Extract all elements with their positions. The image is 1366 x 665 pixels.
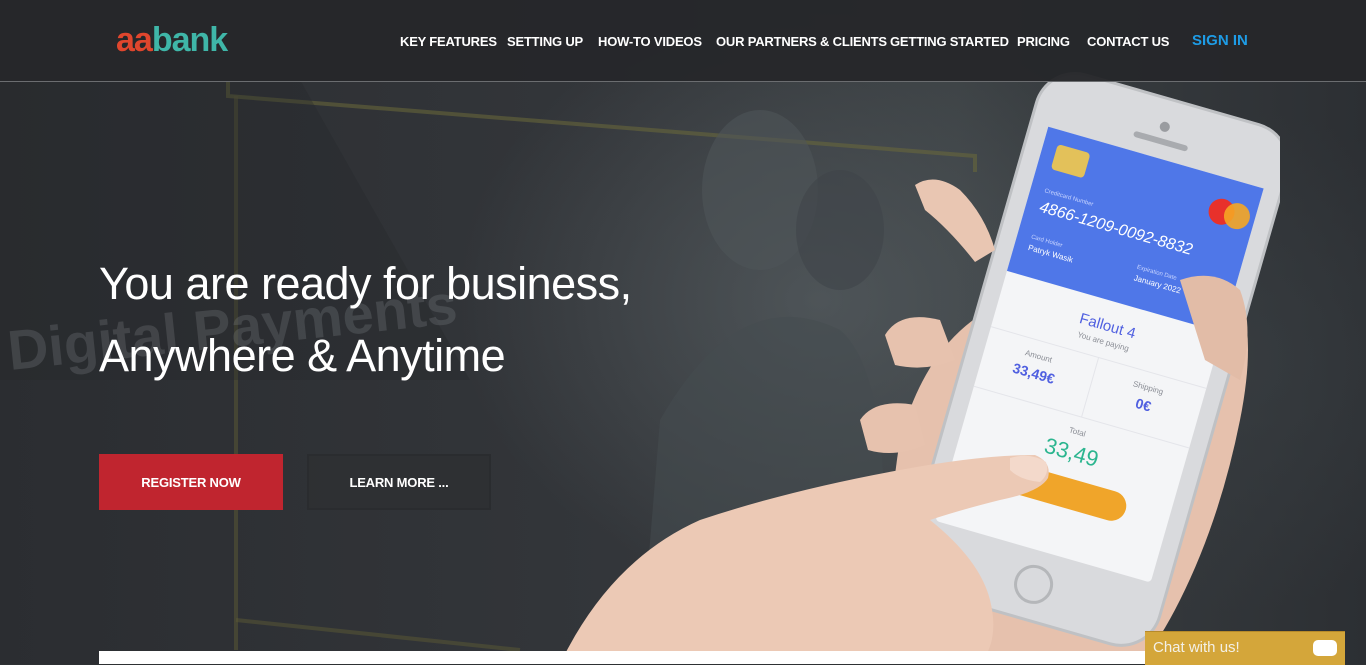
background-frame-line — [235, 618, 521, 652]
aabank-logo[interactable]: aabank — [116, 20, 228, 60]
nav-item-contact-us[interactable]: CONTACT US — [1087, 34, 1169, 49]
hero-headline: You are ready for business, Anywhere & A… — [99, 248, 632, 392]
logo-part-bank: bank — [151, 21, 228, 59]
learn-more-button[interactable]: LEARN MORE ... — [307, 454, 491, 510]
phone-illustration: Creditcard Number 4866-1209-0092-8832 Ca… — [560, 72, 1280, 664]
logo-part-aa: aa — [116, 21, 153, 59]
register-now-label: REGISTER NOW — [141, 474, 241, 490]
nav-item-partners-clients[interactable]: OUR PARTNERS & CLIENTS — [716, 34, 887, 49]
chat-widget[interactable]: Chat with us! — [1145, 631, 1345, 665]
headline-line-2: Anywhere & Anytime — [99, 330, 506, 381]
nav-item-how-to-videos[interactable]: HOW-TO VIDEOS — [598, 34, 702, 49]
nav-item-key-features[interactable]: KEY FEATURES — [400, 34, 497, 49]
learn-more-label: LEARN MORE ... — [349, 474, 449, 490]
hero-section: Digital Payments Creditcard Number 4866-… — [0, 0, 1366, 664]
finger — [885, 317, 955, 368]
content-section-edge — [99, 651, 1145, 664]
chat-label: Chat with us! — [1153, 639, 1240, 656]
nav-item-pricing[interactable]: PRICING — [1017, 34, 1070, 49]
finger — [860, 403, 925, 454]
headline-line-1: You are ready for business, — [99, 258, 632, 309]
nav-item-setting-up[interactable]: SETTING UP — [507, 34, 583, 49]
thumb — [915, 179, 995, 262]
sign-in-link[interactable]: SIGN IN — [1192, 32, 1248, 49]
register-now-button[interactable]: REGISTER NOW — [99, 454, 283, 510]
chat-bubble-icon — [1313, 640, 1337, 656]
top-navigation-bar: aabank KEY FEATURES SETTING UP HOW-TO VI… — [0, 0, 1366, 82]
nav-item-getting-started[interactable]: GETTING STARTED — [890, 34, 1009, 49]
